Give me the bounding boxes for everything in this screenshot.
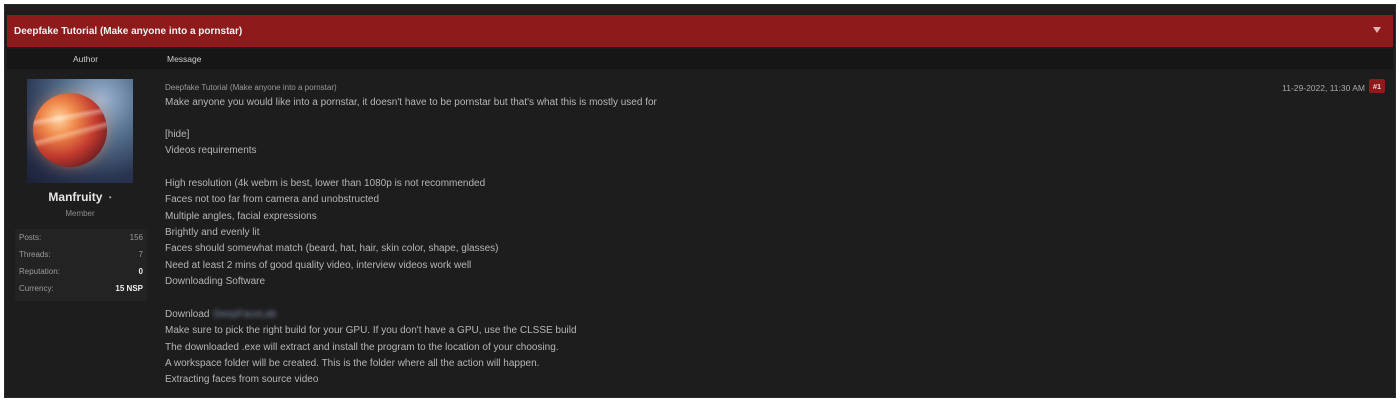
online-status-icon: •	[108, 193, 112, 203]
author-role: Member	[65, 209, 95, 218]
stat-currency: Currency: 15 NSP	[19, 284, 143, 298]
post-line: The downloaded .exe will extract and ins…	[165, 342, 559, 353]
stat-value: 156	[129, 233, 143, 242]
stat-label: Reputation:	[19, 267, 60, 276]
thread-title: Deepfake Tutorial (Make anyone into a po…	[14, 25, 243, 37]
stat-label: Currency:	[19, 284, 54, 293]
post-line: Need at least 2 mins of good quality vid…	[165, 260, 472, 271]
column-author: Author	[73, 54, 99, 64]
post-line: High resolution (4k webm is best, lower …	[165, 178, 486, 189]
author-panel: Manfruity • Member Posts: 156 Threads: 7…	[5, 75, 155, 395]
download-link[interactable]: DeepFaceLab	[213, 309, 276, 320]
post-line: Make sure to pick the right build for yo…	[165, 325, 577, 336]
column-header-row: Author Message	[7, 49, 1393, 69]
post-number-badge[interactable]: #1	[1369, 79, 1385, 93]
stat-posts: Posts: 156	[19, 233, 143, 247]
post-line: Extracting faces from source video	[165, 374, 319, 385]
post-line: Faces not too far from camera and unobst…	[165, 194, 379, 205]
stat-threads: Threads: 7	[19, 250, 143, 264]
thread-title-bar[interactable]: Deepfake Tutorial (Make anyone into a po…	[7, 15, 1393, 47]
post-line: Videos requirements	[165, 145, 257, 156]
post-date: 11-29-2022, 11:30 AM	[1282, 83, 1365, 93]
post-line: Downloading Software	[165, 276, 266, 287]
post-line: [hide]	[165, 129, 190, 140]
author-username-row: Manfruity •	[5, 190, 155, 204]
thread-container: Deepfake Tutorial (Make anyone into a po…	[4, 4, 1396, 398]
stat-value: 15 NSP	[115, 284, 143, 293]
stat-value: 7	[138, 250, 143, 259]
stat-label: Threads:	[19, 250, 51, 259]
chevron-down-icon[interactable]	[1373, 27, 1381, 33]
author-stats: Posts: 156 Threads: 7 Reputation: 0 Curr…	[15, 229, 147, 301]
author-username[interactable]: Manfruity	[48, 190, 102, 204]
post-line: Make anyone you would like into a pornst…	[165, 97, 657, 108]
avatar-planet-image	[33, 93, 107, 167]
download-label: Download	[165, 309, 210, 320]
stat-label: Posts:	[19, 233, 42, 242]
post-subject: Deepfake Tutorial (Make anyone into a po…	[165, 83, 337, 92]
column-message: Message	[167, 54, 202, 64]
post-line: A workspace folder will be created. This…	[165, 358, 540, 369]
post-line: Multiple angles, facial expressions	[165, 211, 317, 222]
avatar[interactable]	[27, 79, 133, 183]
post-line: Faces should somewhat match (beard, hat,…	[165, 243, 499, 254]
download-line: Download DeepFaceLab	[165, 309, 276, 320]
stat-reputation: Reputation: 0	[19, 267, 143, 281]
stat-value[interactable]: 0	[139, 267, 143, 276]
post-line: Brightly and evenly lit	[165, 227, 260, 238]
